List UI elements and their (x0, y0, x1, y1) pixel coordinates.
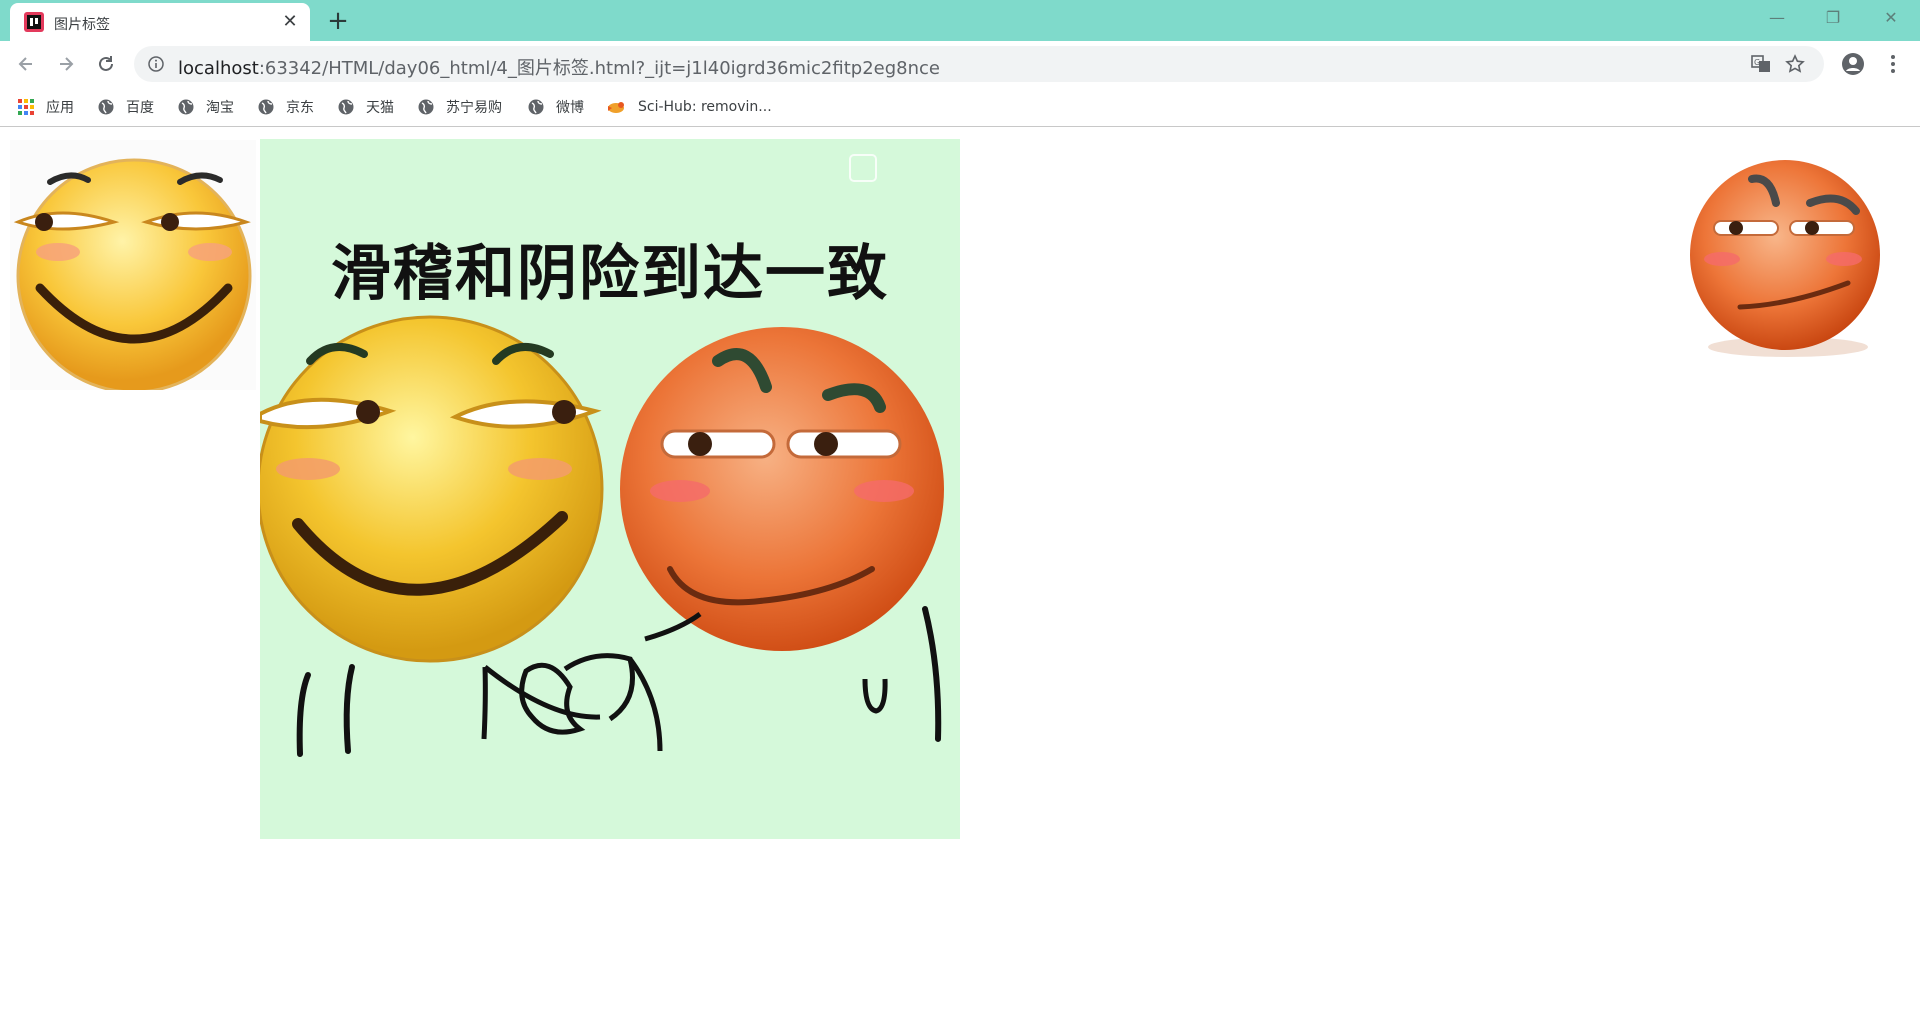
minimize-button[interactable]: — (1754, 4, 1800, 32)
bookmark-scihub[interactable]: Sci-Hub: removin... (606, 96, 772, 118)
url-host: localhost (178, 58, 259, 79)
url-text[interactable]: localhost:63342/HTML/day06_html/4_图片标签.h… (178, 54, 940, 80)
bookmark-label: 京东 (286, 100, 314, 116)
reload-icon (99, 56, 113, 71)
menu-kebab-icon[interactable] (1880, 51, 1906, 77)
globe-icon (178, 99, 194, 115)
bookmark-jd[interactable]: 京东 (258, 96, 314, 118)
tab-close-icon[interactable]: ✕ (280, 12, 300, 32)
new-tab-button[interactable]: + (324, 8, 352, 36)
orange-smirk-face-image (1690, 160, 1880, 357)
window-close-button[interactable]: ✕ (1868, 4, 1914, 32)
bookmark-label: 百度 (126, 100, 154, 116)
browser-tab[interactable]: 图片标签 ✕ (10, 3, 310, 41)
url-path: :63342/HTML/day06_html/4_图片标签.html?_ijt=… (258, 58, 940, 79)
svg-text:G: G (1754, 58, 1760, 67)
reload-button[interactable] (90, 48, 122, 80)
bookmark-label: 微博 (556, 100, 584, 116)
meme-image: 滑稽和阴险到达一致 (260, 139, 960, 839)
bookmark-baidu[interactable]: 百度 (98, 96, 154, 118)
apps-grid-icon (18, 99, 34, 115)
bookmark-apps[interactable]: 应用 (18, 96, 74, 118)
info-icon[interactable] (148, 56, 164, 72)
yellow-smirk-face-image (10, 140, 256, 390)
bookmark-label: Sci-Hub: removin... (638, 99, 772, 115)
intellij-favicon-icon (24, 12, 44, 32)
arrow-left-icon (18, 57, 32, 71)
tab-strip: 图片标签 ✕ + — ❐ ✕ (0, 0, 1920, 41)
meme-caption: 滑稽和阴险到达一致 (331, 239, 889, 309)
bookmark-tmall[interactable]: 天猫 (338, 96, 394, 118)
star-icon[interactable] (1784, 53, 1806, 75)
bookmark-label: 淘宝 (206, 100, 234, 116)
restore-button[interactable]: ❐ (1810, 4, 1856, 32)
translate-icon[interactable]: G (1750, 53, 1772, 75)
page-content: 滑稽和阴险到达一致 (0, 127, 1920, 1030)
globe-icon (98, 99, 114, 115)
bookmark-label: 天猫 (366, 100, 394, 116)
bird-icon (608, 102, 624, 113)
bookmark-suning[interactable]: 苏宁易购 (418, 96, 502, 118)
globe-icon (528, 99, 544, 115)
bookmark-label: 苏宁易购 (446, 100, 502, 116)
bookmark-weibo[interactable]: 微博 (528, 96, 584, 118)
globe-icon (338, 99, 354, 115)
tab-title: 图片标签 (54, 17, 110, 33)
bookmarks-bar: 应用 百度 淘宝 京东 天猫 苏宁易购 微博 Sci-Hub: removin.… (0, 87, 1920, 127)
account-icon[interactable] (1840, 51, 1866, 77)
browser-toolbar: localhost:63342/HTML/day06_html/4_图片标签.h… (0, 41, 1920, 87)
bookmark-taobao[interactable]: 淘宝 (178, 96, 234, 118)
arrow-right-icon (60, 57, 74, 71)
globe-icon (418, 99, 434, 115)
forward-button[interactable] (50, 48, 82, 80)
globe-icon (258, 99, 274, 115)
bookmark-label: 应用 (46, 100, 74, 116)
back-button[interactable] (10, 48, 42, 80)
address-bar[interactable]: localhost:63342/HTML/day06_html/4_图片标签.h… (134, 46, 1824, 82)
